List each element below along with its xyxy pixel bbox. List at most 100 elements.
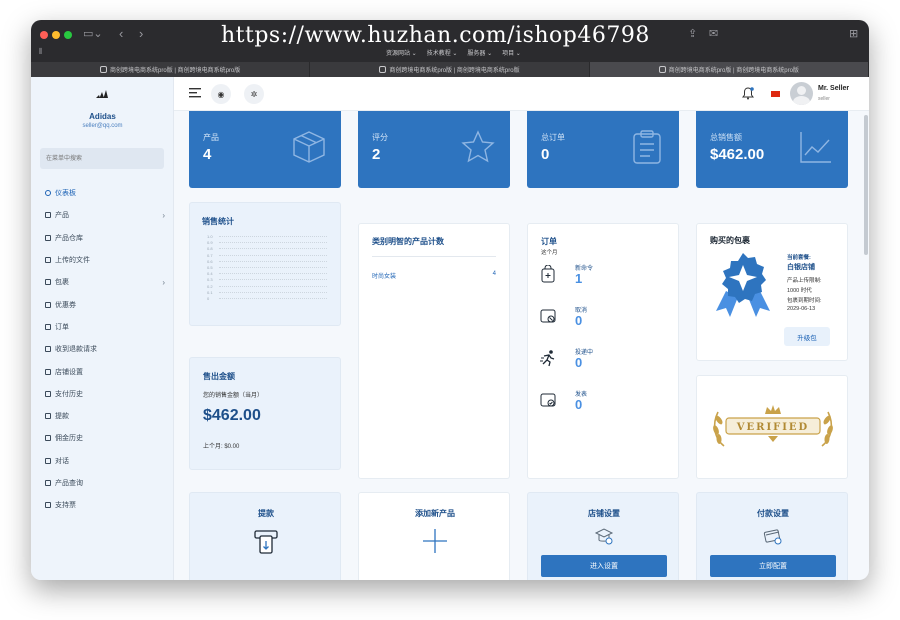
sidebar-item[interactable]: 对话 [45,450,165,472]
sidebar-toggle-icon[interactable]: ▭⌄ [83,27,103,40]
package-expiry-label: 包裹到期时间: [787,298,822,304]
stat-card-sales[interactable]: 总销售额 $462.00 [696,111,848,188]
order-value: 0 [575,355,583,370]
orders-card: 订单 这个月 新命令 1 取消 0 投递中 0 发表 0 [527,223,679,479]
stat-label: 总订单 [541,133,565,142]
bookmark-item[interactable]: 服务器 ⌄ [467,48,492,57]
back-icon[interactable]: ‹ [119,26,123,41]
user-role: seller [818,96,830,102]
maximize-window-button[interactable] [64,31,72,39]
sold-subtitle: 您的销售金额（当月） [203,393,264,399]
browser-tab-active[interactable]: 商创跨境电商系统pro版 | 商创跨境电商系统pro版 [589,62,869,77]
brand-email: seller@qq.com [82,123,123,129]
sidebar-item[interactable]: 上传的文件 [45,249,165,271]
plus-icon [423,529,447,553]
stat-card-orders[interactable]: 总订单 0 [527,111,679,188]
y-tick-label: 0.9 [207,240,213,246]
home-icon [45,190,51,197]
withdraw-card[interactable]: 提款 [189,492,341,580]
current-package-name: 白银店铺 [787,264,815,271]
card-title: 购买的包裹 [710,236,750,245]
tab-label: 商创跨境电商系统pro版 | 商创跨境电商系统pro版 [668,68,799,74]
configure-now-button[interactable]: 立即配置 [710,555,836,577]
order-row-published[interactable]: 发表 0 [540,389,670,419]
go-to-settings-button[interactable]: 进入设置 [541,555,667,577]
category-name[interactable]: 时尚女装 [372,271,396,280]
coupon-icon [45,301,51,308]
card-title: 店铺设置 [588,509,620,518]
page-scrollbar[interactable] [864,115,868,255]
globe-button[interactable]: ◉ [211,84,231,104]
notification-bell-icon[interactable] [742,87,754,100]
browser-tab[interactable]: 商创跨境电商系统pro版 | 商创跨境电商系统pro版 [310,62,590,77]
stat-card-products[interactable]: 产品 4 [189,111,341,188]
package-badge-icon [716,253,770,317]
tab-overview-icon[interactable]: ⊞ [849,27,858,40]
language-flag-icon[interactable] [771,91,780,97]
sidebar-item[interactable]: 提款 [45,405,165,427]
card-title: 提款 [258,509,274,518]
shop-icon [45,368,51,375]
bookmark-item[interactable]: 技术教程 ⌄ [427,48,458,57]
favicon-icon [100,66,108,73]
warehouse-icon [45,234,51,241]
sidebar-item[interactable]: 订单 [45,316,165,338]
browser-tab[interactable]: 商创跨境电商系统pro版 | 商创跨境电商系统pro版 [31,62,311,77]
sidebar-item[interactable]: 优惠券 [45,293,165,315]
category-count: 4 [492,271,496,277]
refund-icon [45,346,51,353]
bookmark-item[interactable]: 资源网站 ⌄ [386,48,417,57]
sidebar-item-label: 产品查询 [55,480,83,487]
category-count-card: 类别明智的产品计数 时尚女装 4 [358,223,510,479]
sidebar-item-label: 上传的文件 [55,257,90,265]
avatar-head [797,86,806,95]
close-window-button[interactable] [40,31,48,39]
sidebar-item[interactable]: 产品查询 [45,472,165,494]
upgrade-package-button[interactable]: 升级包 [784,327,830,346]
avatar[interactable] [790,82,813,105]
sidebar-item[interactable]: 佣金历史 [45,427,165,449]
sidebar-item[interactable]: 仪表板 [45,182,165,204]
stat-value: 4 [203,146,212,163]
gear-icon: ✲ [250,89,258,99]
mail-icon[interactable]: ✉ [709,27,718,40]
bookmarks-icon[interactable]: ⫴ [39,47,42,57]
bookmark-item[interactable]: 项目 ⌄ [502,48,521,57]
forward-icon[interactable]: › [139,26,143,41]
settings-button[interactable]: ✲ [244,84,264,104]
order-row-new[interactable]: 新命令 1 [540,263,670,293]
sidebar-item[interactable]: 包裹 › [45,271,165,293]
stat-card-rating[interactable]: 评分 2 [358,111,510,188]
order-icon [45,323,51,330]
avatar-body [793,96,810,105]
hamburger-menu-icon[interactable] [189,88,201,98]
gridline [219,242,327,244]
sidebar-item[interactable]: 支持票 [45,494,165,516]
orders-subtitle: 这个月 [541,250,558,256]
chart-gridline: 0 [207,296,327,304]
share-icon[interactable]: ⇪ [688,27,697,40]
order-row-cancelled[interactable]: 取消 0 [540,305,670,335]
minimize-window-button[interactable] [52,31,60,39]
sidebar-item[interactable]: 产品 › [45,204,165,226]
sidebar-item[interactable]: 支付历史 [45,383,165,405]
chevron-right-icon: › [162,210,165,220]
add-product-card[interactable]: 添加新产品 [358,492,510,580]
gridline [219,279,327,281]
sidebar-item[interactable]: 产品仓库 [45,227,165,249]
sidebar-item[interactable]: 收到退款请求 [45,338,165,360]
upload-limit-label: 产品上传限制: [787,278,822,284]
tab-label: 商创跨境电商系统pro版 | 商创跨境电商系统pro版 [389,68,520,74]
browser-tabs: 商创跨境电商系统pro版 | 商创跨境电商系统pro版 商创跨境电商系统pro版… [31,62,869,77]
menu-search-input[interactable] [40,148,164,169]
gridline [219,297,327,299]
order-row-delivering[interactable]: 投递中 0 [540,347,670,377]
sales-chart-axis: 1.0 0.9 0.8 0.7 0.6 0.5 0.4 0.3 0.2 0.1 0 [207,234,327,304]
gridline [219,236,327,237]
browser-window: ▭⌄ ‹ › ⫴ https://www.huzhan.com/ishop467… [31,20,869,580]
sidebar-item[interactable]: 店铺设置 [45,360,165,382]
sidebar-item-label: 产品仓库 [55,234,83,242]
stat-label: 产品 [203,133,219,142]
query-icon [45,480,51,486]
y-tick-label: 1.0 [207,234,213,239]
